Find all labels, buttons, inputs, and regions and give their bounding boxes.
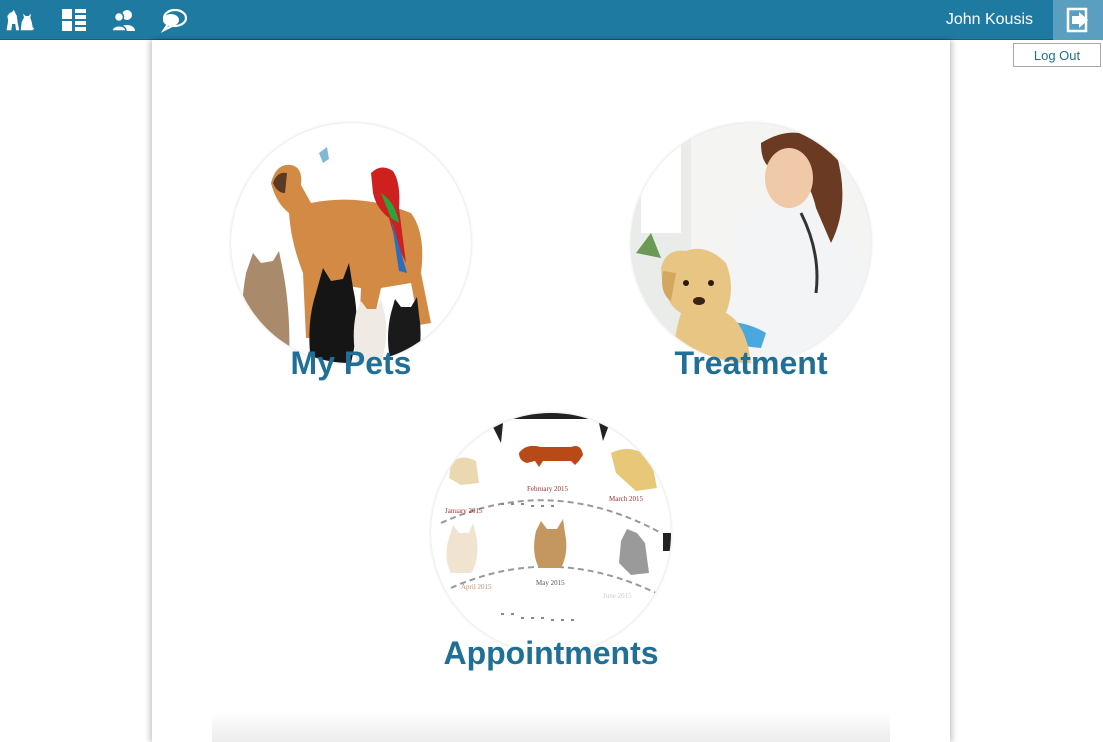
top-navbar: John Kousis — [0, 0, 1103, 40]
pets-photo — [231, 123, 471, 363]
logout-button[interactable] — [1053, 0, 1103, 40]
tile-label-my-pets[interactable]: My Pets — [191, 345, 511, 382]
svg-text:April 2015: April 2015 — [461, 583, 492, 591]
tile-label-appointments[interactable]: Appointments — [391, 635, 711, 672]
svg-text:June 2015: June 2015 — [603, 592, 632, 600]
pets-icon[interactable] — [5, 5, 35, 35]
appointments-tile[interactable]: January 2015 February 2015 March 2015 Ap… — [431, 413, 671, 683]
tile-label-treatment[interactable]: Treatment — [591, 345, 911, 382]
treatment-tile[interactable]: Treatment — [631, 123, 871, 393]
svg-text:March 2015: March 2015 — [609, 495, 644, 503]
appointments-calendar-image: January 2015 February 2015 March 2015 Ap… — [431, 413, 671, 653]
logout-icon — [1066, 7, 1088, 33]
my-pets-tile[interactable]: My Pets — [231, 123, 471, 393]
user-name[interactable]: John Kousis — [946, 11, 1033, 29]
chat-icon[interactable] — [159, 5, 189, 35]
svg-text:February 2015: February 2015 — [527, 485, 569, 493]
contacts-icon[interactable] — [109, 5, 139, 35]
treatment-photo — [631, 123, 871, 363]
logout-menu-item[interactable]: Log Out — [1013, 43, 1101, 67]
svg-text:May 2015: May 2015 — [536, 579, 565, 587]
dashboard-icon[interactable] — [59, 5, 89, 35]
svg-text:January 2015: January 2015 — [445, 507, 483, 515]
main-panel: My Pets Treatment January 2015 February … — [152, 40, 950, 742]
